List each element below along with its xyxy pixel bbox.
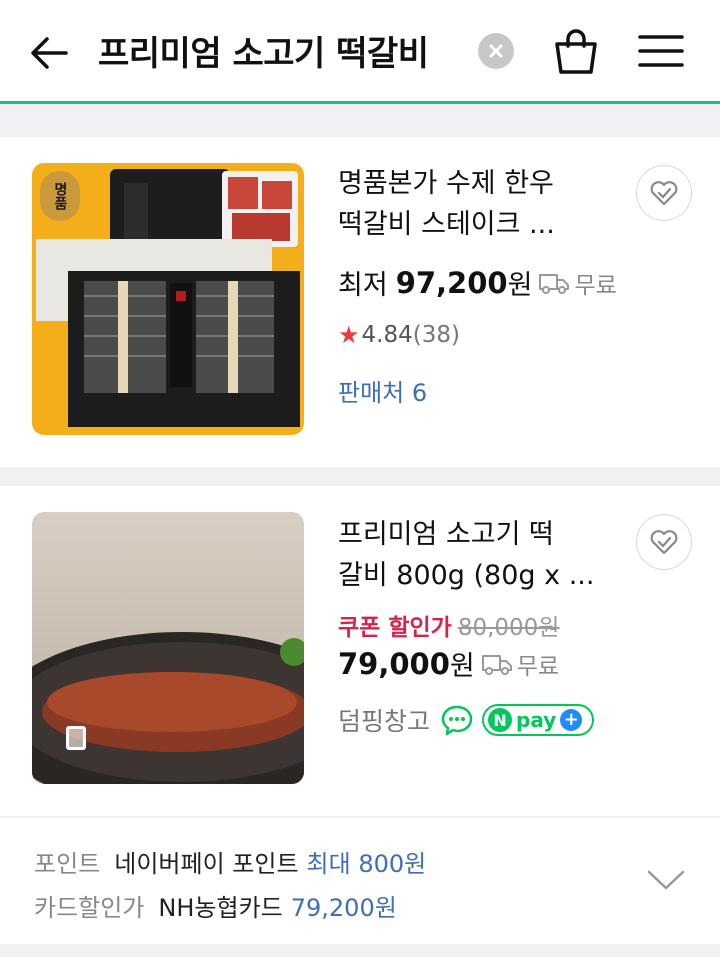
product-title[interactable]: 명품본가 수제 한우 떡갈비 스테이크 ... <box>338 163 620 245</box>
plus-icon: + <box>560 709 583 731</box>
shopping-bag-icon[interactable] <box>552 26 600 76</box>
wishlist-button[interactable] <box>636 514 692 570</box>
delivery-truck-icon <box>539 273 570 294</box>
price-value: 97,200 <box>395 265 508 300</box>
price-row: 79,000 원 무료 <box>338 644 559 683</box>
wishlist-button[interactable] <box>636 165 692 221</box>
card-discount-value: 79,200원 <box>290 894 397 922</box>
card-name: NH농협카드 <box>158 894 283 922</box>
product-image[interactable] <box>32 512 304 784</box>
heart-icon <box>650 181 678 206</box>
coupon-row: 쿠폰 할인가 80,000원 <box>338 608 559 642</box>
point-benefit-row: 포인트 네이버페이 포인트 최대 800원 <box>34 844 426 879</box>
benefits-panel[interactable]: 포인트 네이버페이 포인트 최대 800원 카드할인가 NH농협카드 79,20… <box>0 818 720 944</box>
store-row: 덤핑창고 N pay + <box>338 702 595 738</box>
product-title-line: 떡갈비 스테이크 ... <box>338 209 555 240</box>
clear-search-icon[interactable] <box>478 33 514 69</box>
point-label: 포인트 <box>34 850 101 878</box>
card-benefit-row: 카드할인가 NH농협카드 79,200원 <box>34 888 397 923</box>
product-title[interactable]: 프리미엄 소고기 떡 갈비 800g (80g x ... <box>338 514 620 596</box>
back-arrow-icon[interactable] <box>26 30 72 76</box>
npay-label: pay <box>516 708 557 732</box>
chat-bubble-icon[interactable] <box>440 704 474 736</box>
top-search-bar: 프리미엄 소고기 떡갈비 <box>0 0 720 104</box>
product-title-line: 명품본가 수제 한우 <box>338 168 554 199</box>
rating-row: ★ 4.84 (38) <box>338 321 460 349</box>
chevron-down-icon[interactable] <box>646 868 686 892</box>
lowest-price-label: 최저 <box>338 270 388 301</box>
product-title-line: 프리미엄 소고기 떡 <box>338 519 554 550</box>
point-value: 최대 800원 <box>306 850 427 878</box>
sellers-link[interactable]: 판매처 6 <box>338 373 427 408</box>
product-card[interactable]: 프리미엄 소고기 떡 갈비 800g (80g x ... 쿠폰 할인가 80,… <box>0 486 720 816</box>
store-name[interactable]: 덤핑창고 <box>338 702 430 738</box>
price-unit: 원 <box>507 270 533 301</box>
delivery-truck-icon <box>481 654 512 675</box>
star-icon: ★ <box>338 321 360 349</box>
hamburger-menu-icon[interactable] <box>638 33 684 69</box>
price-value: 79,000 <box>338 646 450 681</box>
original-price: 80,000원 <box>457 615 560 641</box>
point-text: 네이버페이 포인트 <box>114 850 299 878</box>
product-card[interactable]: 명품 명품본가 수제 한우 떡갈비 스테이크 ... 최저 97,200 원 무… <box>0 137 720 467</box>
product-title-line: 갈비 800g (80g x ... <box>338 560 595 591</box>
shipping-text: 무료 <box>574 272 617 299</box>
npay-badge: N pay + <box>482 704 595 736</box>
coupon-price-label: 쿠폰 할인가 <box>338 615 452 641</box>
naver-n-icon: N <box>488 708 513 732</box>
heart-icon <box>650 530 678 555</box>
rating-value: 4.84 <box>361 322 413 348</box>
price-unit: 원 <box>449 651 475 682</box>
search-query-text[interactable]: 프리미엄 소고기 떡갈비 <box>98 26 429 75</box>
review-count: (38) <box>412 322 460 348</box>
card-discount-label: 카드할인가 <box>34 894 145 922</box>
product-image[interactable]: 명품 <box>32 163 304 435</box>
premium-badge: 명품 <box>40 171 80 221</box>
copy-icon <box>66 726 86 750</box>
price-row: 최저 97,200 원 무료 <box>338 263 617 302</box>
shipping-text: 무료 <box>516 653 560 680</box>
